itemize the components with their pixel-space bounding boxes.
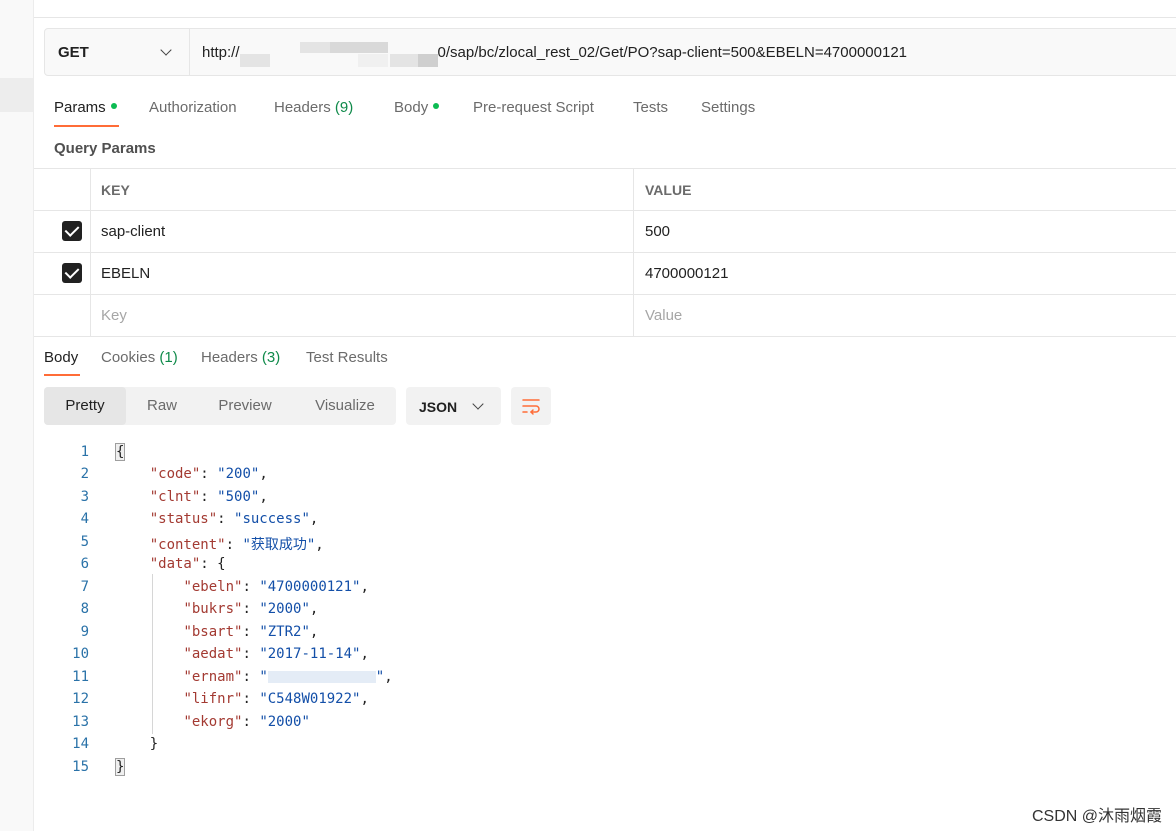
status-dot-icon: [433, 103, 440, 110]
code-line: "aedat": "2017-11-14",: [183, 646, 369, 662]
chevron-down-icon: [472, 398, 484, 410]
tab-authorization[interactable]: Authorization: [149, 99, 237, 116]
code-line: "bsart": "ZTR2",: [183, 624, 319, 640]
code-line: "status": "success",: [149, 511, 319, 527]
code-line: "ebeln": "4700000121",: [183, 579, 369, 595]
line-number: 6: [80, 556, 89, 572]
tab-response-body[interactable]: Body: [44, 349, 78, 366]
line-number: 15: [72, 759, 89, 775]
code-line: "bukrs": "2000",: [183, 601, 319, 617]
view-visualize-button[interactable]: Visualize: [300, 387, 390, 425]
tab-params[interactable]: Params: [54, 99, 117, 116]
method-select[interactable]: GET: [45, 29, 190, 75]
code-line: "clnt": "500",: [149, 489, 268, 505]
code-line: "code": "200",: [149, 466, 268, 482]
tab-body[interactable]: Body: [394, 99, 440, 116]
query-params-table: KEY VALUE sap-client 500 EBELN 470000012…: [34, 168, 1176, 337]
table-row-empty: Key Value: [34, 294, 1176, 337]
key-column-header: KEY: [101, 182, 130, 198]
table-header-row: KEY VALUE: [34, 168, 1176, 210]
line-number: 3: [80, 489, 89, 505]
table-row: sap-client 500: [34, 210, 1176, 252]
new-key-input[interactable]: Key: [90, 295, 634, 336]
chevron-down-icon: [160, 44, 172, 56]
code-line: "lifnr": "C548W01922",: [183, 691, 369, 707]
tab-headers[interactable]: Headers (9): [274, 99, 353, 116]
left-sidebar-strip: [0, 0, 34, 831]
param-checkbox[interactable]: [62, 221, 82, 241]
tab-cookies[interactable]: Cookies (1): [101, 349, 178, 366]
line-number: 12: [72, 691, 89, 707]
active-tab-underline: [54, 125, 119, 127]
code-line: "data": {: [149, 556, 226, 572]
param-key-field[interactable]: sap-client: [90, 211, 634, 252]
param-checkbox[interactable]: [62, 263, 82, 283]
param-value-field[interactable]: 4700000121: [634, 253, 1176, 294]
line-number: 8: [80, 601, 89, 617]
line-number: 5: [80, 534, 89, 550]
redacted-host: [239, 42, 438, 68]
param-value-field[interactable]: 500: [634, 211, 1176, 252]
watermark-text: CSDN @沐雨烟霞: [1031, 808, 1162, 825]
view-raw-button[interactable]: Raw: [130, 387, 194, 425]
url-input[interactable]: http:// 0/sap/bc/zlocal_rest_02/Get/PO?s…: [202, 42, 908, 68]
query-params-title: Query Params: [54, 140, 156, 157]
view-mode-selector: Pretty Raw Preview Visualize: [44, 387, 396, 425]
line-number: 9: [80, 624, 89, 640]
wrap-lines-button[interactable]: [511, 387, 551, 425]
view-preview-button[interactable]: Preview: [204, 387, 286, 425]
tab-tests[interactable]: Tests: [633, 99, 668, 116]
status-dot-icon: [110, 103, 117, 110]
line-number: 7: [80, 579, 89, 595]
top-divider: [34, 17, 1176, 18]
url-prefix: http://: [202, 44, 240, 61]
line-number: 13: [72, 714, 89, 730]
line-number: 10: [72, 646, 89, 662]
response-divider: [34, 336, 1176, 337]
code-line: "ernam": " ",: [183, 669, 393, 685]
value-column-header: VALUE: [645, 182, 692, 198]
url-path: 0/sap/bc/zlocal_rest_02/Get/PO?sap-clien…: [437, 44, 908, 61]
line-number: 14: [72, 736, 89, 752]
redacted-value: [267, 671, 376, 683]
tab-pre-request-script[interactable]: Pre-request Script: [473, 99, 594, 116]
table-row: EBELN 4700000121: [34, 252, 1176, 294]
code-line: }: [114, 758, 126, 776]
line-number: 1: [80, 444, 89, 460]
line-number: 11: [72, 669, 89, 685]
wrap-lines-icon: [522, 399, 540, 415]
method-label: GET: [58, 44, 89, 61]
line-number: 4: [80, 511, 89, 527]
new-value-input[interactable]: Value: [634, 295, 1176, 336]
param-key-field[interactable]: EBELN: [90, 253, 634, 294]
tab-settings[interactable]: Settings: [701, 99, 755, 116]
sidebar-selected-item[interactable]: [0, 78, 33, 112]
tab-response-headers[interactable]: Headers (3): [201, 349, 280, 366]
code-line: "content": "获取成功",: [149, 537, 324, 553]
active-tab-underline: [44, 374, 80, 376]
code-line: {: [114, 443, 126, 461]
view-pretty-button[interactable]: Pretty: [44, 387, 126, 425]
request-url-bar: GET http:// 0/sap/bc/zlocal_rest_02/Get/…: [44, 28, 1176, 76]
format-select[interactable]: JSON: [406, 387, 501, 425]
tab-test-results[interactable]: Test Results: [306, 349, 388, 366]
line-number: 2: [80, 466, 89, 482]
code-line: }: [149, 736, 159, 752]
code-line: "ekorg": "2000": [183, 714, 310, 730]
